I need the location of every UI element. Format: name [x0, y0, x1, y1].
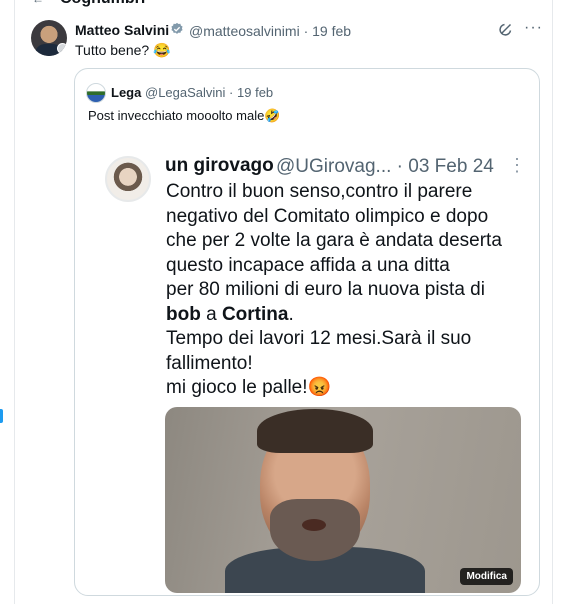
post-text: Tutto bene? 😂	[75, 42, 171, 58]
photo-mouth	[302, 519, 326, 531]
back-arrow-icon[interactable]: ←	[32, 0, 44, 6]
embedded-line: questo incapace affida a una ditta	[166, 254, 450, 276]
bold-word: Cortina	[221, 303, 289, 325]
avatar-badge	[57, 43, 67, 54]
timeline-right-border	[552, 0, 553, 604]
photo-hair	[257, 409, 373, 453]
embedded-handle-date: @UGirovag... · 03 Feb 24	[276, 156, 494, 178]
separator: ·	[229, 85, 234, 100]
embedded-line: Tempo dei lavori 12 mesi.Sarà il suo	[166, 328, 472, 349]
embedded-line: negativo del Comitato olimpico e dopo	[166, 205, 489, 227]
quote-handle-date[interactable]: @LegaSalvini · 19 feb	[145, 85, 273, 100]
embedded-line-bold: bob a Cortina.	[166, 303, 526, 328]
author-handle[interactable]: @matteosalvinimi	[189, 23, 300, 39]
mid-word: a	[200, 303, 222, 325]
cut-header-title: Cognumbri	[60, 0, 145, 8]
embedded-line: mi gioco le palle!😡	[166, 377, 332, 398]
quote-avatar[interactable]	[86, 83, 106, 103]
embedded-more-icon: ⋮	[508, 155, 526, 175]
embedded-photo[interactable]: Modifica	[165, 407, 521, 593]
period: .	[288, 303, 294, 325]
verified-badge-icon	[171, 22, 183, 34]
embedded-author-handle: @UGirovag...	[276, 156, 392, 177]
embedded-date: 03 Feb 24	[408, 156, 494, 177]
author-handle-date[interactable]: @matteosalvinimi · 19 feb	[189, 23, 351, 39]
embedded-line: fallimento!	[166, 352, 253, 374]
timeline-left-border	[14, 0, 15, 604]
more-icon[interactable]: ···	[524, 19, 543, 37]
embedded-line: che per 2 volte la gara è andata deserta	[166, 230, 502, 251]
bold-word: bob	[166, 303, 201, 325]
avatar[interactable]	[31, 20, 67, 56]
embedded-text: Contro il buon senso,contro il parere ne…	[166, 180, 526, 401]
author-name[interactable]: Matteo Salvini	[75, 22, 169, 38]
grok-icon[interactable]	[497, 20, 515, 38]
embedded-line: Contro il buon senso,contro il parere	[166, 181, 473, 202]
edit-badge[interactable]: Modifica	[460, 568, 513, 585]
embedded-avatar	[105, 156, 151, 202]
embedded-author-name: un girovago	[165, 155, 274, 176]
quote-author-name[interactable]: Lega	[111, 85, 141, 100]
separator: ·	[303, 23, 309, 39]
quote-author-handle[interactable]: @LegaSalvini	[145, 85, 225, 100]
scroll-indicator	[0, 409, 3, 423]
quote-text: Post invecchiato mooolto male🤣	[88, 108, 281, 123]
post-date[interactable]: 19 feb	[312, 23, 351, 39]
quote-date[interactable]: 19 feb	[237, 85, 273, 100]
separator: ·	[396, 156, 403, 177]
embedded-line: per 80 milioni di euro la nuova pista di	[166, 279, 485, 300]
